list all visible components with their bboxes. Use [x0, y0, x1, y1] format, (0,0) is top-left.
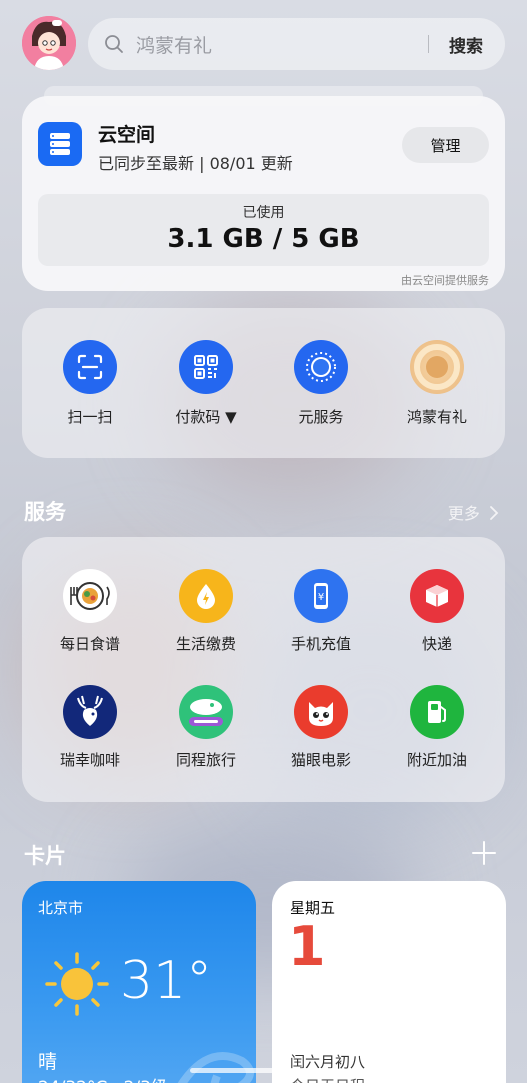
scan-icon: [63, 340, 117, 394]
service-luckin-coffee[interactable]: 瑞幸咖啡: [32, 685, 148, 770]
services-title: 服务: [24, 500, 66, 524]
calendar-day: 1: [288, 915, 326, 978]
quick-action-payment-code[interactable]: 付款码 ▼: [148, 340, 264, 427]
cloud-title: 云空间: [98, 124, 156, 146]
weather-decoration: [177, 1052, 254, 1083]
weather-card[interactable]: 北京市 31° 晴 24/32°C · 2/3级: [22, 881, 256, 1083]
weather-range: 24/32°C · 2/3级: [38, 1073, 168, 1083]
storage-usage: 已使用 3.1 GB / 5 GB: [38, 194, 489, 266]
manage-button[interactable]: 管理: [402, 127, 489, 163]
service-label: 手机充值: [290, 635, 351, 653]
gift-ring-icon: [410, 340, 464, 394]
search-bar[interactable]: 鸿蒙有礼 搜索: [88, 18, 505, 70]
service-nearby-fuel[interactable]: 附近加油: [379, 685, 495, 770]
quick-action-atomic-service[interactable]: 元服务: [263, 340, 379, 427]
cloud-sync-status: 已同步至最新 | 08/01 更新: [98, 154, 293, 173]
calendar-schedule-note: 今日无日程: [290, 1075, 365, 1083]
search-divider: [428, 35, 429, 53]
weather-condition: 晴: [38, 1051, 58, 1073]
recipe-icon: [63, 569, 117, 623]
tongcheng-travel-icon: [179, 685, 233, 739]
services-more-link[interactable]: 更多: [448, 500, 499, 524]
search-button[interactable]: 搜索: [449, 32, 483, 57]
quick-actions-card: 扫一扫 付款码 ▼ 元服务 鸿蒙有礼: [22, 308, 505, 458]
more-label: 更多: [447, 504, 480, 523]
utility-payment-icon: [179, 569, 233, 623]
service-label: 附近加油: [406, 751, 467, 769]
cloud-storage-icon: [38, 122, 82, 166]
quick-action-label: 鸿蒙有礼: [406, 408, 467, 426]
service-tongcheng-travel[interactable]: 同程旅行: [148, 685, 264, 770]
search-icon: [105, 35, 123, 53]
phone-recharge-icon: ¥: [294, 569, 348, 623]
usage-label: 已使用: [242, 205, 285, 221]
express-box-icon: [410, 569, 464, 623]
qr-code-icon: [179, 340, 233, 394]
service-utility-payment[interactable]: 生活缴费: [148, 569, 264, 654]
service-phone-recharge[interactable]: ¥ 手机充值: [263, 569, 379, 654]
search-input[interactable]: 鸿蒙有礼: [136, 31, 428, 58]
fuel-pump-icon: [410, 685, 464, 739]
svg-text:¥: ¥: [318, 592, 324, 603]
quick-action-label: 元服务: [298, 408, 344, 426]
home-indicator[interactable]: [190, 1068, 336, 1073]
luckin-deer-icon: [63, 685, 117, 739]
calendar-card[interactable]: 星期五 1 闰六月初八 今日无日程: [272, 881, 506, 1083]
weather-city: 北京市: [38, 899, 84, 917]
provider-note: 由云空间提供服务: [401, 274, 489, 287]
sun-icon: [45, 952, 109, 1016]
service-label: 每日食谱: [59, 635, 120, 653]
atomic-service-icon: [294, 340, 348, 394]
quick-action-harmony-gift[interactable]: 鸿蒙有礼: [379, 340, 495, 427]
service-label: 快递: [421, 635, 452, 653]
cards-title: 卡片: [24, 844, 66, 868]
service-label: 瑞幸咖啡: [59, 751, 120, 769]
quick-action-scan[interactable]: 扫一扫: [32, 340, 148, 427]
quick-action-label: 扫一扫: [67, 408, 113, 426]
service-label: 生活缴费: [175, 635, 236, 653]
service-maoyan-movie[interactable]: 猫眼电影: [263, 685, 379, 770]
service-express[interactable]: 快递: [379, 569, 495, 654]
quick-action-label: 付款码 ▼: [175, 408, 237, 426]
service-daily-recipe[interactable]: 每日食谱: [32, 569, 148, 654]
services-card: 每日食谱 生活缴费 ¥ 手机充值 快递 瑞幸咖啡 同程旅行 猫眼电影 附近加油: [22, 537, 505, 802]
service-label: 同程旅行: [175, 751, 236, 769]
chevron-right-icon: [490, 506, 499, 520]
cloud-space-card[interactable]: 云空间 已同步至最新 | 08/01 更新 管理 已使用 3.1 GB / 5 …: [22, 96, 505, 291]
maoyan-cat-icon: [294, 685, 348, 739]
usage-value: 3.1 GB / 5 GB: [167, 224, 360, 254]
add-card-icon[interactable]: [471, 840, 497, 866]
avatar[interactable]: [22, 16, 76, 70]
service-label: 猫眼电影: [290, 751, 351, 769]
weather-temperature: 31°: [120, 951, 213, 1011]
